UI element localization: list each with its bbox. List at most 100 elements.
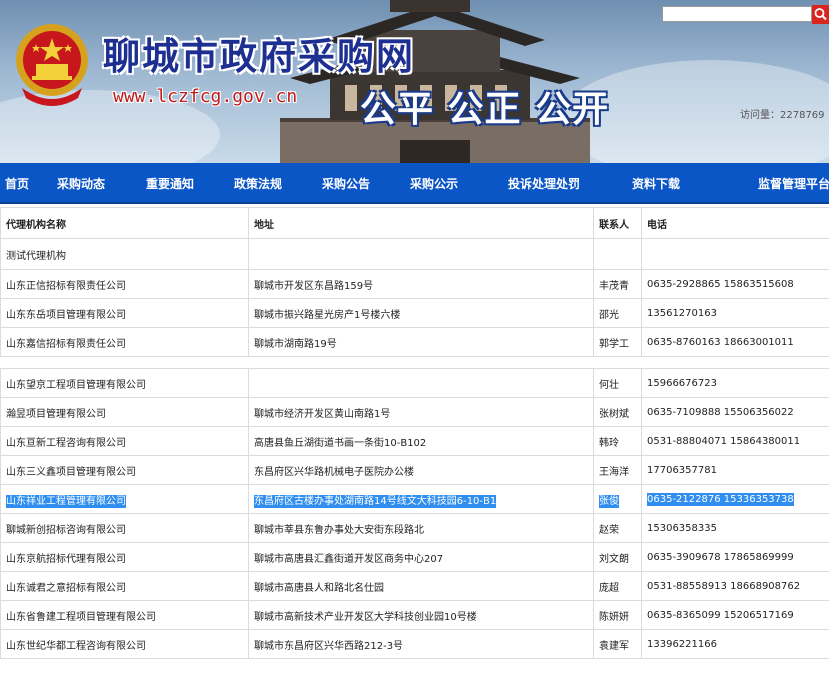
phone-text: 0635-8760163 18663001011 bbox=[647, 336, 794, 348]
address-cell: 聊城市经济开发区黄山南路1号 bbox=[248, 397, 594, 427]
nav-item-policies[interactable]: 政策法规 bbox=[234, 175, 282, 192]
contact-text: 张树斌 bbox=[599, 408, 629, 420]
phone-text: 17706357781 bbox=[647, 464, 717, 476]
address-text: 聊城市经济开发区黄山南路1号 bbox=[254, 408, 391, 420]
nav-item-complaints[interactable]: 投诉处理处罚 bbox=[508, 175, 580, 192]
contact-text: 陈妍妍 bbox=[599, 611, 629, 623]
agency-name-text: 山东祥业工程管理有限公司 bbox=[6, 494, 126, 508]
table-header-row: 代理机构名称 地址 联系人 电话 bbox=[0, 207, 829, 239]
contact-text: 袁建军 bbox=[599, 640, 629, 652]
column-header-agency-name: 代理机构名称 bbox=[0, 207, 249, 239]
agency-name-cell: 山东祥业工程管理有限公司 bbox=[0, 484, 249, 514]
address-cell: 聊城市振兴路星光房产1号楼六楼 bbox=[248, 298, 594, 328]
phone-text: 0635-7109888 15506356022 bbox=[647, 406, 794, 418]
table-row: 山东正信招标有限责任公司 聊城市开发区东昌路159号 丰茂青 0635-2928865… bbox=[0, 269, 829, 299]
phone-cell: 0531-88558913 18668908762 bbox=[641, 571, 829, 601]
table-row: 山东亘新工程咨询有限公司 高唐县鱼丘湖街道书画一条街10-B102 韩玲 0531-8… bbox=[0, 426, 829, 456]
search-icon bbox=[814, 8, 827, 21]
agency-name-cell: 山东省鲁建工程项目管理有限公司 bbox=[0, 600, 249, 630]
phone-cell: 0635-8760163 18663001011 bbox=[641, 327, 829, 357]
phone-cell: 0635-8365099 15206517169 bbox=[641, 600, 829, 630]
nav-item-procurement-announcements[interactable]: 采购公告 bbox=[322, 175, 370, 192]
agency-name-text: 山东亘新工程咨询有限公司 bbox=[6, 437, 126, 449]
contact-text: 韩玲 bbox=[599, 437, 619, 449]
nav-item-home[interactable]: 首页 bbox=[5, 175, 29, 192]
phone-cell: 0635-2928865 15863515608 bbox=[641, 269, 829, 299]
address-text: 东昌府区兴华路机械电子医院办公楼 bbox=[254, 466, 414, 478]
nav-item-important-notices[interactable]: 重要通知 bbox=[146, 175, 194, 192]
agency-name-cell: 山东京航招标代理有限公司 bbox=[0, 542, 249, 572]
address-cell: 聊城市湖南路19号 bbox=[248, 327, 594, 357]
address-text: 聊城市开发区东昌路159号 bbox=[254, 280, 374, 292]
contact-cell: 丰茂青 bbox=[593, 269, 642, 299]
contact-cell: 邵光 bbox=[593, 298, 642, 328]
address-text: 聊城市高新技术产业开发区大学科技创业园10号楼 bbox=[254, 611, 477, 623]
address-cell: 聊城市东昌府区兴华西路212-3号 bbox=[248, 629, 594, 659]
agency-name-text: 山东嘉信招标有限责任公司 bbox=[6, 338, 126, 350]
table-row: 山东三义鑫项目管理有限公司 东昌府区兴华路机械电子医院办公楼 王海洋 17706357… bbox=[0, 455, 829, 485]
agency-name-text: 山东望京工程项目管理有限公司 bbox=[6, 379, 146, 391]
contact-text: 何壮 bbox=[599, 379, 619, 391]
phone-cell: 0635-7109888 15506356022 bbox=[641, 397, 829, 427]
table-row: 山东世纪华都工程咨询有限公司 聊城市东昌府区兴华西路212-3号 袁建军 133962… bbox=[0, 629, 829, 659]
site-slogan: 公平 公正 公开 bbox=[360, 89, 610, 130]
address-text: 聊城市振兴路星光房产1号楼六楼 bbox=[254, 309, 401, 321]
address-cell: 东昌府区古楼办事处湖南路14号线文大科技园6-10-B1 bbox=[248, 484, 594, 514]
phone-text: 0635-2122876 15336353738 bbox=[647, 492, 794, 506]
phone-cell: 13396221166 bbox=[641, 629, 829, 659]
agency-name-text: 山东省鲁建工程项目管理有限公司 bbox=[6, 611, 156, 623]
agency-name-cell: 山东世纪华都工程咨询有限公司 bbox=[0, 629, 249, 659]
table-row: 山东诚君之意招标有限公司 聊城市高唐县人和路北名仕园 庞超 0531-88558913… bbox=[0, 571, 829, 601]
agency-name-text: 山东京航招标代理有限公司 bbox=[6, 553, 126, 565]
table-row: 山东京航招标代理有限公司 聊城市高唐县汇鑫街道开发区商务中心207 刘文朗 0635-… bbox=[0, 542, 829, 572]
agency-name-cell: 山东三义鑫项目管理有限公司 bbox=[0, 455, 249, 485]
nav-item-supervision[interactable]: 监督管理平台 bbox=[758, 175, 829, 192]
contact-cell: 庞超 bbox=[593, 571, 642, 601]
contact-cell: 韩玲 bbox=[593, 426, 642, 456]
search-input[interactable] bbox=[662, 6, 812, 22]
agency-name-cell: 山东诚君之意招标有限公司 bbox=[0, 571, 249, 601]
site-title: 聊城市政府采购网 bbox=[103, 34, 415, 78]
contact-cell bbox=[593, 238, 642, 270]
agency-name-text: 山东东岳项目管理有限公司 bbox=[6, 309, 126, 321]
phone-text: 0635-2928865 15863515608 bbox=[647, 278, 794, 290]
agency-name-text: 聊城新创招标咨询有限公司 bbox=[6, 524, 126, 536]
phone-text: 0531-88804071 15864380011 bbox=[647, 435, 801, 447]
contact-cell: 何壮 bbox=[593, 368, 642, 398]
agency-name-cell: 瀚昱项目管理有限公司 bbox=[0, 397, 249, 427]
contact-text: 邵光 bbox=[599, 309, 619, 321]
phone-cell: 15306358335 bbox=[641, 513, 829, 543]
contact-text: 张俊 bbox=[599, 494, 619, 508]
address-cell: 聊城市莘县东鲁办事处大安街东段路北 bbox=[248, 513, 594, 543]
address-text: 聊城市莘县东鲁办事处大安街东段路北 bbox=[254, 524, 424, 536]
table-row: 山东祥业工程管理有限公司 东昌府区古楼办事处湖南路14号线文大科技园6-10-B1… bbox=[0, 484, 829, 514]
table-row: 测试代理机构 bbox=[0, 238, 829, 270]
search-button[interactable] bbox=[812, 5, 829, 24]
site-header: 聊城市政府采购网 www.lczfcg.gov.cn 公平 公正 公开 访问量：… bbox=[0, 0, 829, 163]
agency-name-text: 山东诚君之意招标有限公司 bbox=[6, 582, 126, 594]
phone-cell: 15966676723 bbox=[641, 368, 829, 398]
address-text: 高唐县鱼丘湖街道书画一条街10-B102 bbox=[254, 437, 427, 449]
phone-text: 0635-8365099 15206517169 bbox=[647, 609, 794, 621]
contact-cell: 王海洋 bbox=[593, 455, 642, 485]
nav-item-procurement-publicity[interactable]: 采购公示 bbox=[410, 175, 458, 192]
table-row: 山东望京工程项目管理有限公司 何壮 15966676723 bbox=[0, 368, 829, 398]
contact-text: 王海洋 bbox=[599, 466, 629, 478]
address-cell: 聊城市高唐县人和路北名仕园 bbox=[248, 571, 594, 601]
address-cell: 东昌府区兴华路机械电子医院办公楼 bbox=[248, 455, 594, 485]
column-header-address: 地址 bbox=[248, 207, 594, 239]
table-row: 山东嘉信招标有限责任公司 聊城市湖南路19号 郭学工 0635-8760163 186… bbox=[0, 327, 829, 357]
address-cell: 聊城市高唐县汇鑫街道开发区商务中心207 bbox=[248, 542, 594, 572]
agency-name-text: 山东三义鑫项目管理有限公司 bbox=[6, 466, 136, 478]
address-cell: 聊城市开发区东昌路159号 bbox=[248, 269, 594, 299]
agency-name-cell: 测试代理机构 bbox=[0, 238, 249, 270]
agency-name-cell: 山东东岳项目管理有限公司 bbox=[0, 298, 249, 328]
address-text: 聊城市东昌府区兴华西路212-3号 bbox=[254, 640, 404, 652]
agency-name-text: 山东世纪华都工程咨询有限公司 bbox=[6, 640, 146, 652]
visit-counter: 访问量：2278769 bbox=[740, 110, 825, 121]
address-text: 聊城市高唐县汇鑫街道开发区商务中心207 bbox=[254, 553, 444, 565]
nav-item-procurement-news[interactable]: 采购动态 bbox=[57, 175, 105, 192]
nav-item-downloads[interactable]: 资料下载 bbox=[632, 175, 680, 192]
phone-cell: 0635-2122876 15336353738 bbox=[641, 484, 829, 514]
address-cell: 高唐县鱼丘湖街道书画一条街10-B102 bbox=[248, 426, 594, 456]
